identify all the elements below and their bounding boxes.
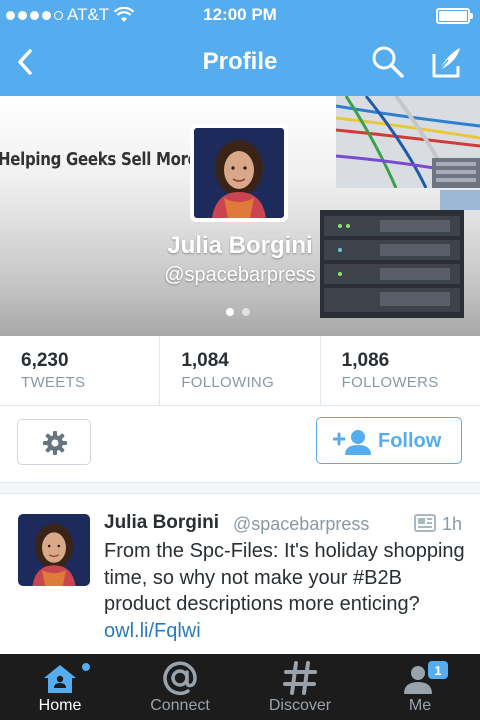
app-screen: AT&T 12:00 PM Profile Helping Geeks Sell… bbox=[0, 0, 480, 720]
page-dot-active bbox=[226, 308, 234, 316]
tab-label: Discover bbox=[268, 697, 332, 714]
gear-icon bbox=[43, 431, 67, 455]
profile-name: Julia Borgini bbox=[167, 232, 313, 259]
follow-button[interactable]: Follow bbox=[316, 417, 462, 464]
stat-followers[interactable]: 1,086 FOLLOWERS bbox=[321, 336, 480, 405]
profile-avatar[interactable] bbox=[190, 124, 288, 222]
profile-header: Helping Geeks Sell More Stuff Julia Borg… bbox=[0, 96, 480, 336]
new-content-dot bbox=[82, 663, 90, 671]
home-icon bbox=[44, 665, 76, 693]
tab-label: Me bbox=[408, 697, 432, 714]
header-page-indicator[interactable] bbox=[226, 308, 250, 316]
banner-cables-image bbox=[336, 96, 480, 188]
nav-bar: Profile bbox=[0, 30, 480, 96]
tab-label: Connect bbox=[150, 697, 210, 714]
tweet-author-handle: @spacebarpress bbox=[233, 514, 370, 534]
tweet-text: From the Spc-Files: It's holiday shoppin… bbox=[104, 538, 474, 644]
tab-label: Home bbox=[38, 697, 82, 714]
stat-value: 1,084 bbox=[181, 350, 229, 371]
settings-button[interactable] bbox=[17, 419, 91, 465]
media-summary-icon bbox=[414, 514, 436, 532]
tweet-avatar[interactable] bbox=[18, 514, 90, 586]
follow-label: Follow bbox=[378, 430, 442, 452]
page-dot bbox=[242, 308, 250, 316]
tweet-item[interactable]: Julia Borgini @spacebarpress 1h From the… bbox=[0, 494, 480, 654]
tweet-body: From the Spc-Files: It's holiday shoppin… bbox=[104, 540, 465, 615]
tweet-timestamp: 1h bbox=[442, 514, 463, 534]
add-user-icon bbox=[333, 430, 371, 455]
stat-label: FOLLOWING bbox=[181, 374, 275, 391]
tweet-link[interactable]: owl.li/Fqlwi bbox=[104, 620, 201, 642]
tab-connect[interactable]: Connect bbox=[120, 654, 240, 720]
profile-actions: Follow bbox=[0, 406, 480, 482]
stat-label: FOLLOWERS bbox=[341, 374, 439, 391]
avatar-photo bbox=[194, 128, 284, 218]
tab-home[interactable]: Home bbox=[0, 654, 120, 720]
hashtag-icon bbox=[283, 661, 317, 695]
compose-icon[interactable] bbox=[426, 42, 466, 82]
tab-discover[interactable]: Discover bbox=[240, 654, 360, 720]
stat-value: 6,230 bbox=[21, 350, 69, 371]
tab-me[interactable]: 1 Me bbox=[360, 654, 480, 720]
banner-accent bbox=[440, 190, 480, 210]
stat-value: 1,086 bbox=[341, 350, 390, 371]
tab-bar: Home Connect Discover 1 Me bbox=[0, 654, 480, 720]
search-icon[interactable] bbox=[370, 44, 406, 80]
stat-following[interactable]: 1,084 FOLLOWING bbox=[160, 336, 321, 405]
avatar-photo bbox=[18, 514, 90, 586]
battery-icon bbox=[436, 8, 473, 24]
stat-tweets[interactable]: 6,230 TWEETS bbox=[0, 336, 161, 405]
profile-handle: @spacebarpress bbox=[164, 264, 316, 286]
profile-stats: 6,230 TWEETS 1,084 FOLLOWING 1,086 FOLLO… bbox=[0, 336, 480, 406]
status-bar: AT&T 12:00 PM bbox=[0, 0, 480, 30]
at-icon bbox=[163, 661, 197, 696]
status-time: 12:00 PM bbox=[203, 5, 277, 24]
top-bar: AT&T 12:00 PM Profile bbox=[0, 0, 480, 96]
stat-label: TWEETS bbox=[21, 374, 86, 391]
section-divider bbox=[0, 482, 480, 494]
tweet-author-name[interactable]: Julia Borgini bbox=[104, 512, 219, 534]
page-title: Profile bbox=[202, 48, 278, 75]
notification-badge: 1 bbox=[427, 660, 449, 680]
